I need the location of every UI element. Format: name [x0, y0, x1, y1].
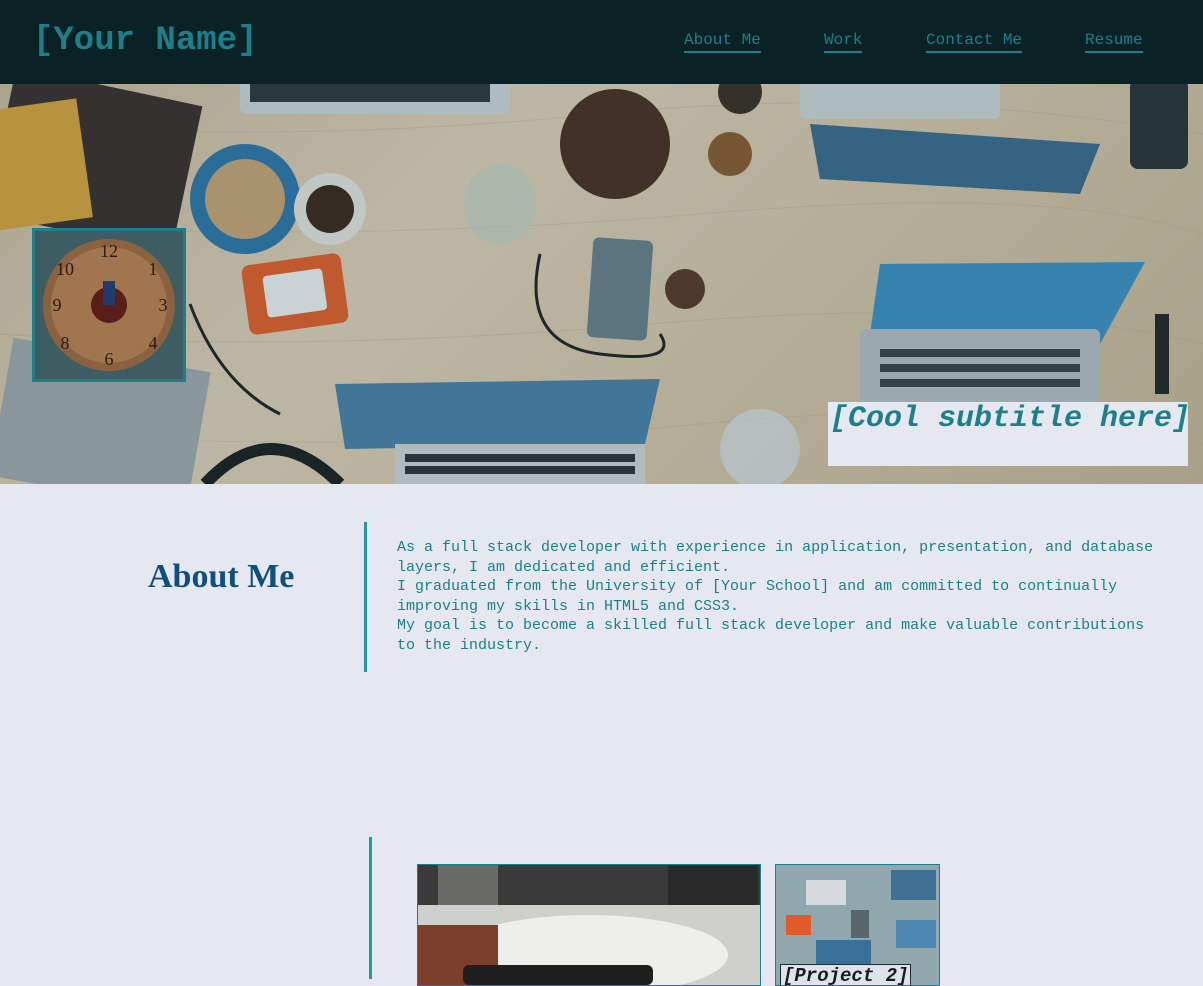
svg-text:9: 9 [53, 295, 62, 315]
project-card-1[interactable] [417, 864, 761, 986]
about-paragraph: I graduated from the University of [Your… [397, 578, 1118, 615]
svg-text:8: 8 [61, 333, 70, 353]
site-name[interactable]: [Your Name] [33, 20, 257, 62]
about-paragraph: As a full stack developer with experienc… [397, 539, 1154, 576]
work-divider [369, 837, 372, 979]
nav-about-me[interactable]: About Me [684, 30, 761, 53]
nav-resume[interactable]: Resume [1085, 30, 1143, 53]
about-heading: About Me [148, 558, 295, 595]
project-2-label: [Project 2] [780, 964, 912, 985]
nav-contact-me[interactable]: Contact Me [926, 30, 1023, 53]
hero-subtitle: [Cool subtitle here] [830, 402, 1191, 436]
svg-text:10: 10 [56, 259, 74, 279]
subtitle-box: [Cool subtitle here] [828, 402, 1191, 466]
svg-text:3: 3 [159, 295, 168, 315]
nav-work[interactable]: Work [824, 30, 863, 53]
about-paragraph: My goal is to become a skilled full stac… [397, 617, 1145, 654]
hero-banner: 12 1 3 4 6 8 9 10 [Cool subtitle here] [0, 84, 1203, 484]
svg-text:12: 12 [100, 241, 118, 261]
site-header: [Your Name] About Me Work Contact Me Res… [0, 0, 1203, 84]
project-card-2[interactable]: [Project 2] [775, 864, 940, 986]
about-text: As a full stack developer with experienc… [397, 538, 1157, 655]
about-divider [364, 522, 367, 672]
profile-photo: 12 1 3 4 6 8 9 10 [32, 228, 186, 382]
svg-text:4: 4 [149, 333, 158, 353]
clock-image: 12 1 3 4 6 8 9 10 [35, 231, 183, 379]
svg-text:6: 6 [105, 349, 114, 369]
project-1-image [418, 865, 760, 985]
svg-text:1: 1 [149, 259, 158, 279]
